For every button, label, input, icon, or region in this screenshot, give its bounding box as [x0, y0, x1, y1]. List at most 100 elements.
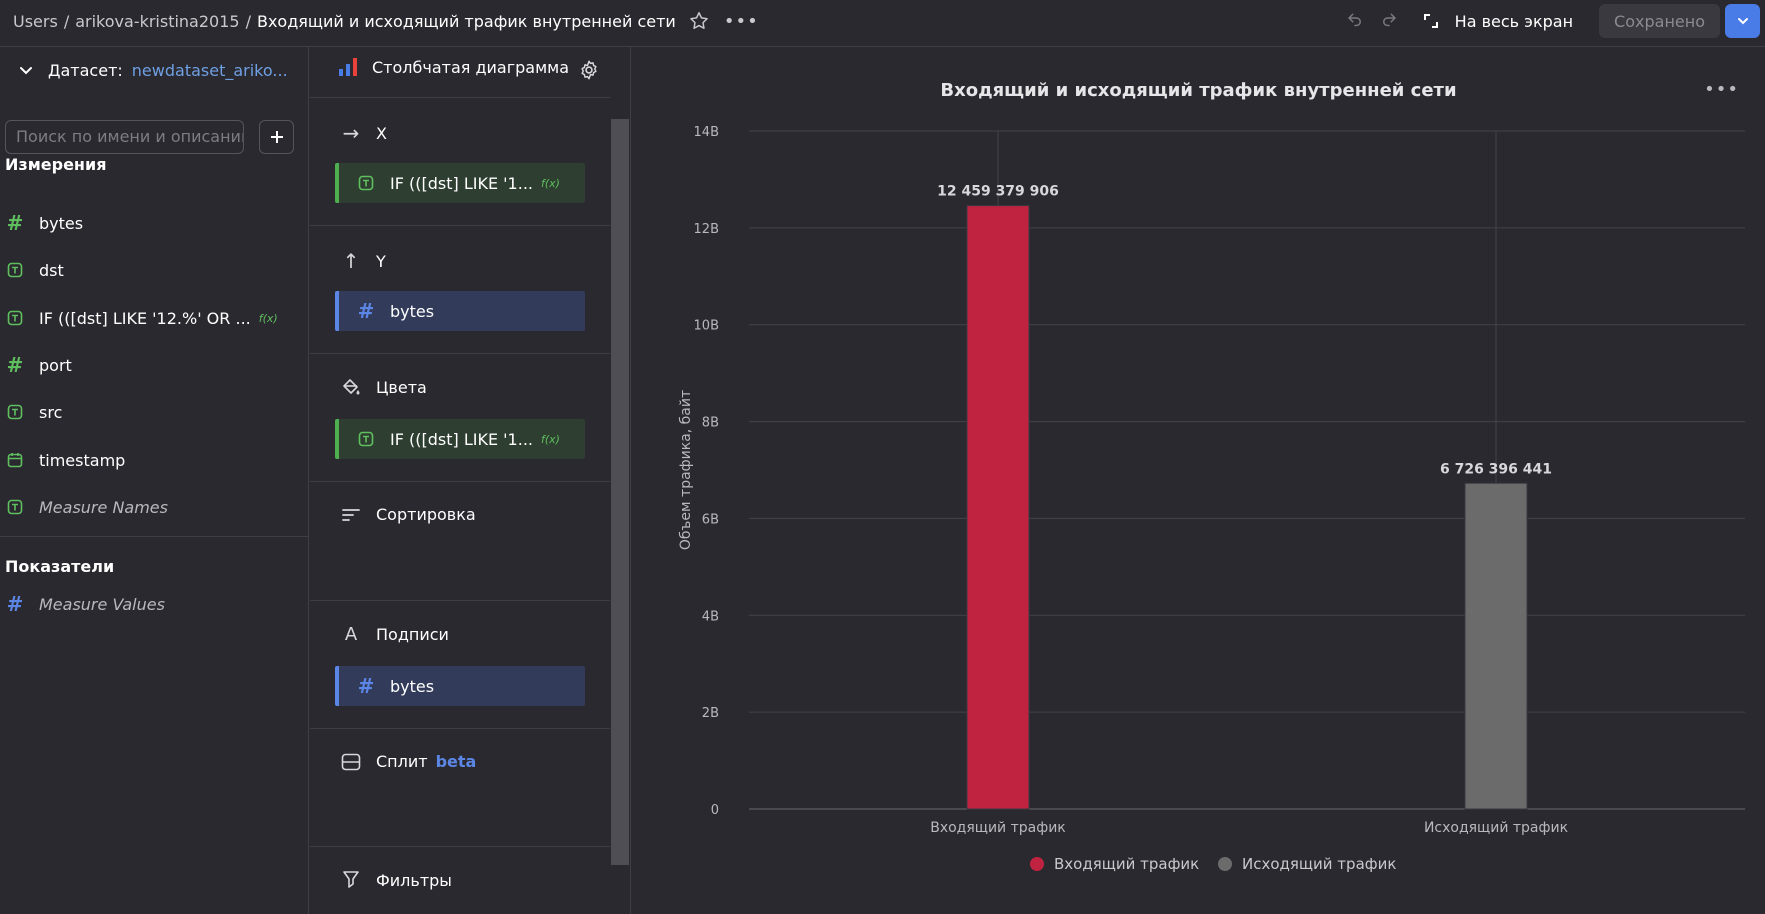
y-tick-label: 12B	[694, 222, 719, 237]
breadcrumb: Users / arikova-kristina2015 / Входящий …	[13, 0, 759, 42]
text-type-icon	[5, 404, 25, 420]
y-tick-label: 14B	[694, 125, 719, 140]
fullscreen-button[interactable]: На весь экран	[1423, 12, 1573, 31]
section-label: Сортировка	[376, 505, 476, 524]
section-label: Y	[376, 251, 386, 271]
section-label: Подписи	[376, 625, 449, 644]
dataset-selector[interactable]: Датасет: newdataset_ariko...	[18, 61, 288, 80]
labels-section: A Подписи	[340, 624, 449, 645]
field-item[interactable]: src	[5, 397, 62, 427]
bar-data-label: 12 459 379 906	[937, 184, 1059, 200]
divider	[310, 353, 610, 354]
sort-section: Сортировка	[340, 505, 476, 524]
chevron-down-icon	[20, 66, 32, 74]
dataset-panel: Датасет: newdataset_ariko... Поиск по им…	[0, 47, 309, 914]
x-field-pill[interactable]: IF (([dst] LIKE '1... f(x)	[335, 163, 585, 203]
fullscreen-label: На весь экран	[1454, 11, 1574, 31]
field-name: src	[39, 402, 63, 422]
y-tick-label: 4B	[702, 609, 719, 624]
y-tick-label: 6B	[702, 512, 719, 527]
x-tick-label: Исходящий трафик	[1424, 820, 1568, 836]
colors-section: Цвета	[340, 377, 427, 397]
field-name: Measure Values	[39, 594, 165, 614]
breadcrumb-separator: /	[63, 11, 70, 31]
label-field-pill[interactable]: # bytes	[335, 666, 585, 706]
section-label: Сплит	[376, 752, 428, 771]
y-axis-section: ↑ Y	[340, 249, 386, 273]
more-options-icon[interactable]: •••	[724, 11, 759, 32]
field-item[interactable]: dst	[5, 255, 64, 285]
field-name: timestamp	[39, 450, 126, 470]
formula-icon: f(x)	[540, 432, 560, 446]
hash-icon: #	[357, 299, 375, 323]
arrow-right-icon: →	[342, 121, 360, 145]
field-name: bytes	[39, 213, 84, 233]
bar	[966, 205, 1030, 810]
field-search-input[interactable]: Поиск по имени и описанию	[5, 120, 244, 154]
chart-type-selector[interactable]: Столбчатая диаграмма	[338, 57, 569, 77]
divider	[310, 728, 610, 729]
expand-icon	[1423, 14, 1438, 28]
section-label: X	[376, 123, 387, 143]
text-type-icon	[5, 499, 25, 515]
dataset-name-link[interactable]: newdataset_ariko...	[132, 61, 288, 80]
field-item[interactable]: # bytes	[5, 208, 83, 238]
page-title: Входящий и исходящий трафик внутренней с…	[256, 11, 676, 31]
measures-title: Показатели	[5, 557, 115, 576]
scrollbar[interactable]	[611, 119, 629, 865]
redo-icon[interactable]	[1375, 7, 1403, 35]
legend-marker	[1030, 857, 1044, 871]
divider	[310, 481, 610, 482]
field-item[interactable]: IF (([dst] LIKE '12.%' OR ... f(x)	[5, 303, 278, 333]
bar-chart: 0 2B 4B 6B 8B 10B 12B 14B Объем трафика, байт 12 …	[678, 125, 1745, 873]
undo-icon[interactable]	[1341, 7, 1369, 35]
field-item[interactable]: # port	[5, 350, 72, 380]
field-item[interactable]: Measure Names	[5, 492, 168, 522]
visualization-config-panel: Столбчатая диаграмма → X IF (([dst] LIKE…	[310, 47, 631, 914]
filter-icon	[340, 870, 362, 890]
chart-type-label: Столбчатая диаграмма	[372, 57, 570, 77]
y-tick-label: 10B	[694, 319, 719, 334]
field-item[interactable]: timestamp	[5, 445, 125, 475]
bar-data-label: 6 726 396 441	[1440, 461, 1552, 477]
divider	[310, 846, 610, 847]
text-type-icon	[355, 431, 377, 447]
formula-icon: f(x)	[258, 311, 278, 325]
y-tick-label: 2B	[702, 706, 719, 721]
field-name: Measure Names	[39, 497, 168, 517]
chart-settings-icon[interactable]	[578, 59, 600, 85]
pill-label: IF (([dst] LIKE '1...	[390, 173, 533, 193]
sort-icon	[340, 507, 362, 523]
hash-icon: #	[6, 353, 24, 377]
y-tick-label: 8B	[702, 416, 719, 431]
top-bar: Users / arikova-kristina2015 / Входящий …	[0, 0, 1765, 47]
split-section: Сплит beta	[340, 752, 476, 771]
section-label: Цвета	[376, 377, 427, 397]
legend-marker	[1218, 857, 1232, 871]
y-tick-label: 0	[711, 803, 719, 818]
divider	[310, 600, 610, 601]
pill-label: IF (([dst] LIKE '1...	[390, 429, 533, 449]
star-icon[interactable]	[688, 10, 710, 32]
divider	[310, 97, 610, 98]
divider	[0, 536, 308, 537]
hash-icon: #	[357, 674, 375, 698]
split-icon	[340, 753, 362, 771]
y-field-pill[interactable]: # bytes	[335, 291, 585, 331]
chart-area: Входящий и исходящий трафик внутренней с…	[632, 47, 1765, 914]
color-field-pill[interactable]: IF (([dst] LIKE '1... f(x)	[335, 419, 585, 459]
field-item[interactable]: # Measure Values	[5, 589, 165, 619]
divider	[310, 225, 610, 226]
calendar-icon	[5, 452, 25, 468]
breadcrumb-user-folder[interactable]: arikova-kristina2015	[75, 12, 239, 31]
save-options-dropdown[interactable]	[1725, 4, 1760, 38]
dataset-label: Датасет:	[48, 61, 123, 80]
x-tick-label: Входящий трафик	[930, 820, 1066, 836]
legend-item: Входящий трафик	[1054, 855, 1199, 873]
breadcrumb-users[interactable]: Users	[13, 12, 58, 31]
chevron-down-icon	[1737, 18, 1748, 25]
dimensions-title: Измерения	[5, 155, 107, 174]
text-type-icon	[5, 262, 25, 278]
saved-button[interactable]: Сохранено	[1599, 4, 1720, 38]
add-field-button[interactable]	[259, 120, 294, 154]
